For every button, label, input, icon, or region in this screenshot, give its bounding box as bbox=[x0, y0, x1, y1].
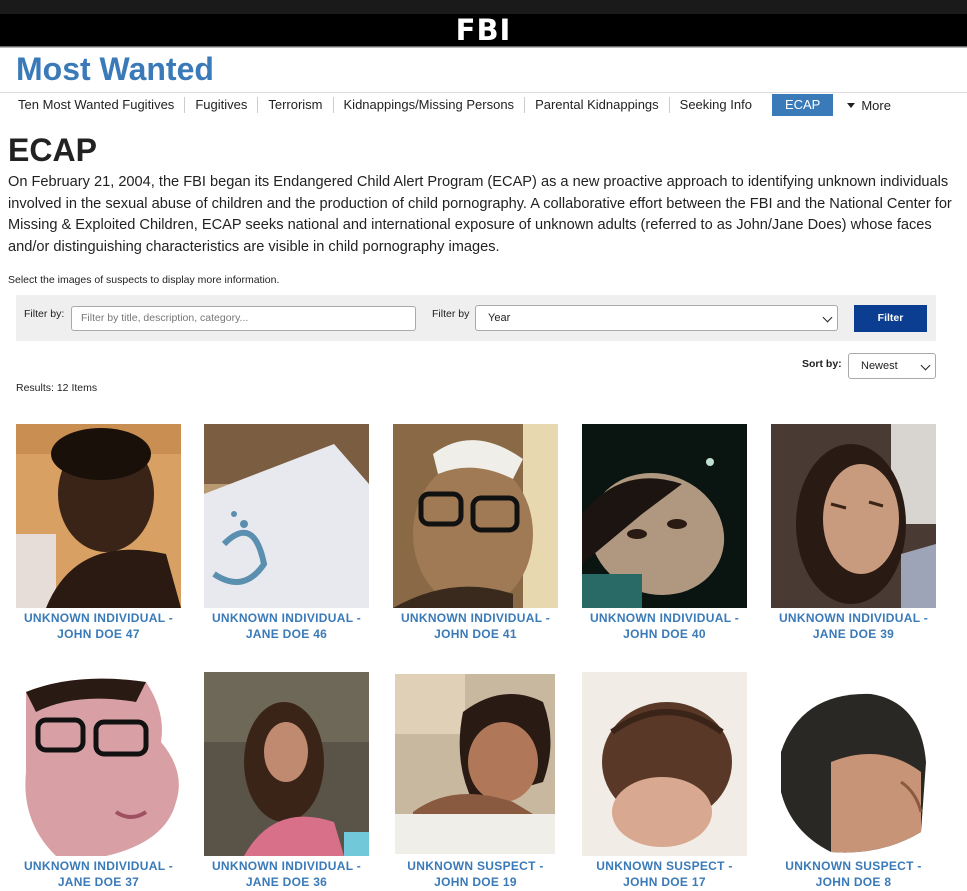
filter-button[interactable]: Filter bbox=[854, 305, 927, 332]
suspect-card[interactable]: UNKNOWN SUSPECT - JOHN DOE 8 bbox=[771, 672, 936, 890]
suspect-photo[interactable] bbox=[204, 672, 369, 856]
results-count: Results: 12 Items bbox=[16, 382, 98, 394]
card-title-line1: UNKNOWN INDIVIDUAL - bbox=[211, 611, 362, 625]
suspect-card[interactable]: UNKNOWN INDIVIDUAL - JANE DOE 46 bbox=[204, 424, 369, 642]
nav-item-kidnappings[interactable]: Kidnappings/Missing Persons bbox=[334, 97, 526, 113]
year-select-value: Year bbox=[488, 312, 511, 324]
suspect-card[interactable]: UNKNOWN INDIVIDUAL - JOHN DOE 40 bbox=[582, 424, 747, 642]
suspect-photo[interactable] bbox=[393, 672, 558, 856]
year-select[interactable]: Year bbox=[475, 305, 838, 331]
filter-text-input[interactable]: Filter by title, description, category..… bbox=[71, 306, 416, 331]
nav-divider bbox=[0, 92, 967, 93]
suspect-photo[interactable] bbox=[771, 424, 936, 608]
suspect-photo[interactable] bbox=[204, 424, 369, 608]
suspect-card[interactable]: UNKNOWN INDIVIDUAL - JOHN DOE 41 bbox=[393, 424, 558, 642]
page-title[interactable]: Most Wanted bbox=[16, 50, 214, 88]
card-title-line1: UNKNOWN INDIVIDUAL - bbox=[23, 611, 174, 625]
card-title-line1: UNKNOWN SUSPECT - bbox=[596, 859, 733, 873]
card-title-line2: JOHN DOE 41 bbox=[434, 627, 517, 641]
chevron-down-icon bbox=[920, 360, 931, 371]
fbi-logo[interactable]: FBI bbox=[0, 14, 967, 46]
card-title-line2: JANE DOE 37 bbox=[57, 875, 140, 889]
nav-item-seeking-info[interactable]: Seeking Info bbox=[670, 97, 762, 113]
suspect-photo[interactable] bbox=[16, 424, 181, 608]
nav-item-ten-most-wanted[interactable]: Ten Most Wanted Fugitives bbox=[8, 97, 186, 113]
card-title-line2: JANE DOE 39 bbox=[812, 627, 895, 641]
sort-label: Sort by: bbox=[802, 358, 842, 370]
nav-item-ecap[interactable]: ECAP bbox=[771, 94, 834, 116]
suspect-card[interactable]: UNKNOWN INDIVIDUAL - JOHN DOE 47 bbox=[16, 424, 181, 642]
suspect-card[interactable]: UNKNOWN INDIVIDUAL - JANE DOE 39 bbox=[771, 424, 936, 642]
nav-more-menu[interactable]: More bbox=[837, 98, 901, 113]
suspect-card[interactable]: UNKNOWN SUSPECT - JOHN DOE 17 bbox=[582, 672, 747, 890]
suspect-photo[interactable] bbox=[771, 672, 936, 856]
card-title-line1: UNKNOWN SUSPECT - bbox=[407, 859, 544, 873]
filter-label: Filter by: bbox=[24, 308, 65, 320]
main-nav: Ten Most Wanted Fugitives Fugitives Terr… bbox=[8, 94, 901, 116]
card-title-line2: JOHN DOE 8 bbox=[815, 875, 892, 889]
suspect-card[interactable]: UNKNOWN INDIVIDUAL - JANE DOE 37 bbox=[16, 672, 181, 890]
card-title-line2: JANE DOE 36 bbox=[245, 875, 328, 889]
card-title-line2: JOHN DOE 47 bbox=[57, 627, 140, 641]
chevron-down-icon bbox=[822, 312, 833, 323]
page-heading: ECAP bbox=[8, 132, 97, 168]
filter-year-label: Filter by bbox=[432, 308, 470, 320]
card-title-line1: UNKNOWN INDIVIDUAL - bbox=[589, 611, 740, 625]
card-title-line2: JOHN DOE 19 bbox=[434, 875, 517, 889]
suspect-card[interactable]: UNKNOWN SUSPECT - JOHN DOE 19 bbox=[393, 672, 558, 890]
intro-paragraph: On February 21, 2004, the FBI began its … bbox=[8, 174, 952, 255]
card-title-line1: UNKNOWN INDIVIDUAL - bbox=[778, 611, 929, 625]
nav-more-label: More bbox=[861, 97, 891, 113]
suspect-photo[interactable] bbox=[16, 672, 181, 856]
suspect-photo[interactable] bbox=[393, 424, 558, 608]
card-title-line1: UNKNOWN INDIVIDUAL - bbox=[211, 859, 362, 873]
suspect-photo[interactable] bbox=[582, 424, 747, 608]
sort-select[interactable]: Newest bbox=[848, 353, 936, 379]
card-title-line2: JOHN DOE 40 bbox=[623, 627, 706, 641]
card-title-line1: UNKNOWN INDIVIDUAL - bbox=[400, 611, 551, 625]
card-title-line1: UNKNOWN SUSPECT - bbox=[785, 859, 922, 873]
card-title-line2: JOHN DOE 17 bbox=[623, 875, 706, 889]
nav-item-fugitives[interactable]: Fugitives bbox=[185, 97, 259, 113]
suspect-photo[interactable] bbox=[582, 672, 747, 856]
card-title-line2: JANE DOE 46 bbox=[245, 627, 328, 641]
suspect-card[interactable]: UNKNOWN INDIVIDUAL - JANE DOE 36 bbox=[204, 672, 369, 890]
nav-item-terrorism[interactable]: Terrorism bbox=[258, 97, 334, 113]
nav-item-parental-kidnappings[interactable]: Parental Kidnappings bbox=[525, 97, 670, 113]
sort-select-value: Newest bbox=[861, 360, 898, 372]
caret-down-icon bbox=[847, 102, 856, 108]
card-title-line1: UNKNOWN INDIVIDUAL - bbox=[23, 859, 174, 873]
select-hint: Select the images of suspects to display… bbox=[8, 274, 280, 286]
